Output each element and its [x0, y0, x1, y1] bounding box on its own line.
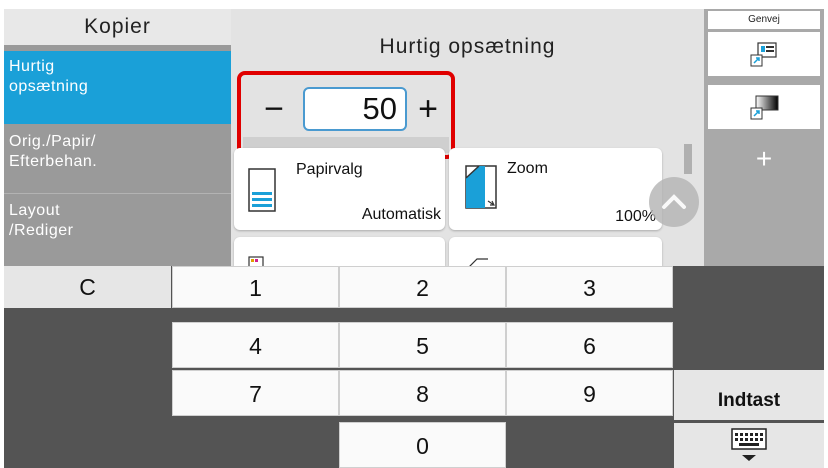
key-4[interactable]: 4	[172, 322, 339, 368]
key-6[interactable]: 6	[506, 322, 673, 368]
zoom-tile[interactable]: Zoom 100%	[449, 148, 662, 230]
page-title: Hurtig opsætning	[379, 35, 556, 58]
increment-button[interactable]: +	[411, 89, 445, 129]
key-8[interactable]: 8	[339, 370, 506, 416]
scrollbar-thumb[interactable]	[684, 144, 692, 174]
key-3[interactable]: 3	[506, 266, 673, 308]
partial-tile[interactable]	[449, 237, 662, 266]
sidebar-item-orig-paper-finishing[interactable]: Orig./Papir/ Efterbehan.	[4, 126, 231, 194]
color-mode-icon	[248, 255, 264, 266]
keyboard-icon	[730, 427, 768, 468]
sidebar: Kopier Hurtig opsætning Orig./Papir/ Eft…	[4, 9, 231, 266]
sidebar-item-layout-edit[interactable]: Layout /Rediger	[4, 195, 231, 266]
shortcut-icon	[750, 93, 780, 126]
key-5[interactable]: 5	[339, 322, 506, 368]
shortcut-2[interactable]	[708, 85, 820, 129]
add-shortcut-button[interactable]: +	[708, 139, 820, 179]
shortcut-title: Genvej	[708, 11, 820, 29]
enter-button[interactable]: Indtast	[674, 370, 824, 420]
shortcut-panel: Genvej +	[704, 9, 824, 266]
paper-tray-icon	[248, 168, 276, 217]
chevron-up-icon	[649, 194, 699, 231]
app-title: Kopier	[4, 9, 231, 45]
tile-value: Automatisk	[361, 206, 441, 223]
copies-stepper: − 50 +	[237, 71, 455, 159]
copies-input[interactable]: 50	[303, 87, 407, 131]
numeric-keypad: C 1 2 3 4 5 6 7 8 9 Indtast 0	[4, 266, 824, 468]
key-2[interactable]: 2	[339, 266, 506, 308]
key-0[interactable]: 0	[339, 422, 506, 468]
paper-selection-tile[interactable]: Papirvalg Automatisk	[234, 148, 445, 230]
main-panel: Hurtig opsætning − 50 + Papirvalg Automa…	[231, 9, 704, 266]
sidebar-item-quick-setup[interactable]: Hurtig opsætning	[4, 51, 231, 124]
shortcut-icon	[750, 40, 778, 73]
key-7[interactable]: 7	[172, 370, 339, 416]
tile-label: Papirvalg	[296, 161, 363, 178]
partial-tile[interactable]	[234, 237, 445, 266]
keyboard-button[interactable]	[674, 423, 824, 468]
tile-label: Zoom	[507, 160, 548, 177]
key-1[interactable]: 1	[172, 266, 339, 308]
scroll-up-button[interactable]	[649, 177, 699, 227]
shortcut-1[interactable]	[708, 32, 820, 76]
density-icon	[467, 255, 489, 266]
zoom-icon	[463, 160, 499, 215]
clear-button[interactable]: C	[4, 266, 171, 308]
key-9[interactable]: 9	[506, 370, 673, 416]
decrement-button[interactable]: −	[257, 89, 291, 129]
